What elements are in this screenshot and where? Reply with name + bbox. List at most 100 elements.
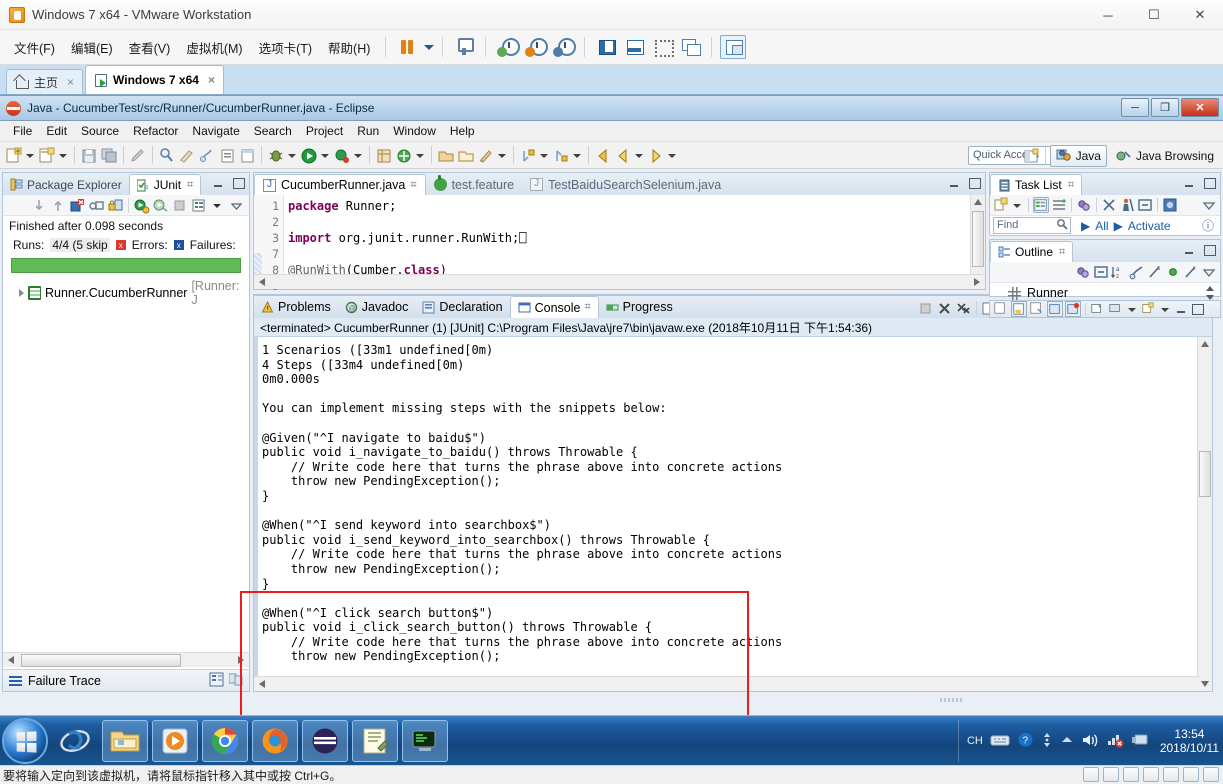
printer-icon[interactable] <box>1183 767 1199 782</box>
help-icon[interactable]: ? <box>1017 731 1034 751</box>
eclipse-icon[interactable] <box>302 720 348 762</box>
hide-nonpublic-icon[interactable]: S <box>1147 264 1163 280</box>
input-method-indicator[interactable]: CH <box>967 735 983 747</box>
eclipse-restore-button[interactable]: ❐ <box>1151 98 1179 117</box>
rerun-failed-icon[interactable] <box>152 197 169 214</box>
view-menu-icon[interactable] <box>1201 197 1217 213</box>
editor-tab-test-feature[interactable]: test.feature <box>426 174 523 195</box>
collapse-all-icon[interactable] <box>1101 197 1117 213</box>
editor-tab-cucumberrunner[interactable]: CucumberRunner.java ⌗ <box>254 174 426 195</box>
notepad-editor-icon[interactable] <box>352 720 398 762</box>
toggle-mark-icon[interactable] <box>198 146 216 165</box>
start-orb-icon[interactable] <box>2 718 48 764</box>
windows-explorer-icon[interactable] <box>102 720 148 762</box>
vmware-close-button[interactable]: ✕ <box>1177 0 1223 30</box>
scroll-left-icon[interactable] <box>8 656 14 664</box>
menu-source[interactable]: Source <box>74 122 126 140</box>
menu-run[interactable]: Run <box>350 122 386 140</box>
javadoc-view-icon[interactable] <box>1011 301 1027 317</box>
view-tab-task-list[interactable]: Task List ⌗ <box>990 174 1082 195</box>
collapse-icon[interactable] <box>1137 197 1153 213</box>
terminate-icon[interactable] <box>917 300 934 317</box>
scroll-up-icon[interactable] <box>1201 341 1209 347</box>
menu-window[interactable]: Window <box>386 122 443 140</box>
help-icon[interactable]: ⓘ <box>1202 217 1214 234</box>
save-all-icon[interactable] <box>100 146 118 165</box>
sash-handle[interactable] <box>940 698 964 702</box>
outline-item-runner[interactable]: Runner <box>990 283 1220 300</box>
vm-console-icon[interactable] <box>402 720 448 762</box>
open-perspective-icon[interactable] <box>1022 147 1040 166</box>
keyboard-icon[interactable] <box>990 733 1010 750</box>
tab-declaration[interactable]: Declaration <box>415 296 509 318</box>
scroll-right-icon[interactable] <box>974 278 980 286</box>
view-menu-icon[interactable] <box>190 197 207 214</box>
build-icon[interactable] <box>178 146 196 165</box>
filter-arrow-icon[interactable]: ▶ <box>1081 219 1090 233</box>
close-icon[interactable]: ⌗ <box>410 179 416 192</box>
prev-annotation-icon[interactable] <box>552 146 570 165</box>
junit-horizontal-scrollbar[interactable] <box>3 652 249 667</box>
stop-icon[interactable] <box>171 197 188 214</box>
perspective-java[interactable]: Java <box>1050 145 1107 167</box>
new-java-project-icon[interactable] <box>38 146 56 165</box>
vmware-tab-windows7[interactable]: Windows 7 x64 × <box>85 65 224 94</box>
eclipse-minimize-button[interactable]: ─ <box>1121 98 1149 117</box>
manage-snapshots-icon[interactable] <box>550 35 576 59</box>
fullscreen-icon[interactable] <box>649 35 675 59</box>
network-icon[interactable] <box>1123 767 1139 782</box>
cd-icon[interactable] <box>1103 767 1119 782</box>
take-snapshot-icon[interactable] <box>494 35 520 59</box>
history-dropdown-icon[interactable] <box>209 197 226 214</box>
remove-launch-icon[interactable] <box>936 300 953 317</box>
close-icon[interactable]: ⌗ <box>187 179 193 192</box>
prev-failure-icon[interactable] <box>50 197 67 214</box>
new-view-dropdown-icon[interactable] <box>1159 300 1170 319</box>
minimize-icon[interactable] <box>1174 302 1188 316</box>
save-icon[interactable] <box>80 146 98 165</box>
hide-fields-icon[interactable] <box>1093 264 1109 280</box>
open-task-icon[interactable] <box>238 146 256 165</box>
open-type-icon[interactable] <box>218 146 236 165</box>
remove-all-launches-icon[interactable] <box>955 300 972 317</box>
maximize-icon[interactable] <box>231 176 245 190</box>
menu-help[interactable]: Help <box>443 122 482 140</box>
vmware-minimize-button[interactable]: ─ <box>1085 0 1131 30</box>
minimize-icon[interactable] <box>947 176 961 190</box>
console-horizontal-scrollbar[interactable] <box>254 676 1199 691</box>
view-menu-icon[interactable] <box>1201 264 1217 280</box>
open-repository-task-icon[interactable] <box>1162 197 1178 213</box>
new-class-icon[interactable] <box>395 146 413 165</box>
tab-console[interactable]: Console ⌗ <box>510 296 599 318</box>
new-task-icon[interactable] <box>993 197 1009 213</box>
junit-tree-row[interactable]: Runner.CucumberRunner [Runner: J <box>7 279 245 307</box>
menu-edit[interactable]: Edit <box>39 122 74 140</box>
stack-trace-filter-icon[interactable] <box>229 672 243 690</box>
console-output[interactable]: 1 Scenarios ([33m1 undefined[0m) 4 Ste… <box>254 337 1212 691</box>
new-wizard-dropdown-icon[interactable] <box>24 146 35 165</box>
scroll-thumb[interactable] <box>21 654 181 667</box>
run-dropdown-icon[interactable] <box>319 146 330 165</box>
show-library-icon[interactable] <box>593 35 619 59</box>
internet-explorer-icon[interactable] <box>52 720 98 762</box>
tab-progress[interactable]: Progress <box>599 296 680 318</box>
categorized-mode-icon[interactable] <box>1033 197 1049 213</box>
scroll-right-icon[interactable] <box>238 656 244 664</box>
rerun-test-icon[interactable] <box>133 197 150 214</box>
vmware-menu-file[interactable]: 文件(F) <box>6 34 63 61</box>
next-failure-icon[interactable] <box>31 197 48 214</box>
debug-icon[interactable] <box>267 146 285 165</box>
perspective-java-browsing[interactable]: Java Browsing <box>1111 146 1219 166</box>
minimize-icon[interactable] <box>1182 176 1196 190</box>
open-view-icon[interactable] <box>1108 301 1124 317</box>
show-hidden-icon[interactable] <box>1060 734 1074 749</box>
scroll-thumb[interactable] <box>972 211 984 267</box>
progress-view-icon[interactable] <box>1065 301 1081 317</box>
view-tab-package-explorer[interactable]: Package Explorer <box>3 174 129 195</box>
show-tests-in-hierarchy-icon[interactable] <box>88 197 105 214</box>
maximize-icon[interactable] <box>1190 302 1204 316</box>
external-tools-dropdown-icon[interactable] <box>496 146 507 165</box>
vmware-menu-tabs[interactable]: 选项卡(T) <box>251 34 320 61</box>
tab-javadoc[interactable]: @ Javadoc <box>338 296 416 318</box>
close-icon[interactable]: ⌗ <box>584 301 590 314</box>
